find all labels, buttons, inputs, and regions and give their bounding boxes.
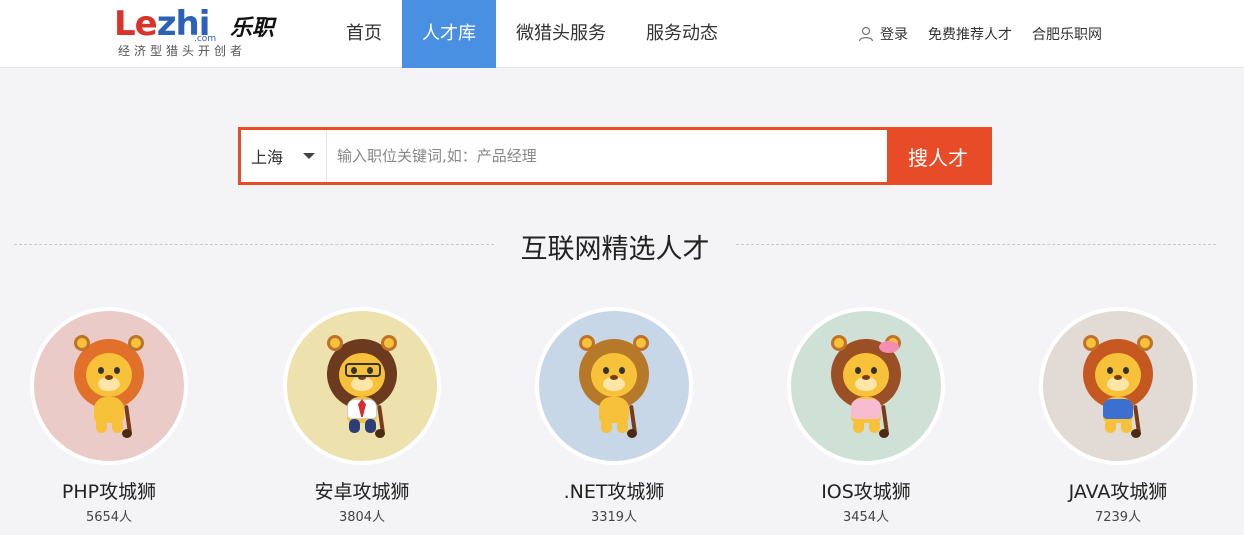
talent-category-card[interactable]: JAVA攻城狮 7239人 (1038, 307, 1198, 525)
lion-icon (34, 311, 184, 461)
category-count: 3804人 (338, 510, 386, 525)
main-nav: 首页 人才库 微猎头服务 服务动态 (326, 0, 738, 68)
category-avatar[interactable] (535, 307, 693, 465)
logo-chinese-name: 乐职 (230, 16, 275, 41)
top-right-links: 登录 免费推荐人才 合肥乐职网 (858, 0, 1122, 68)
category-count: 3454人 (842, 510, 890, 525)
lion-blue-shirt-icon (1043, 311, 1193, 461)
hefei-site-link[interactable]: 合肥乐职网 (1032, 24, 1102, 44)
login-link[interactable]: 登录 (858, 24, 908, 44)
section-heading: 互联网精选人才 (14, 225, 1216, 265)
category-count: 3319人 (590, 510, 638, 525)
nav-item-micro-headhunter[interactable]: 微猎头服务 (496, 0, 626, 68)
divider-right (736, 244, 1216, 245)
login-label: 登录 (880, 27, 908, 43)
category-count: 7239人 (1094, 510, 1142, 525)
search-talent-button[interactable]: 搜人才 (887, 130, 989, 182)
talent-category-card[interactable]: IOS攻城狮 3454人 (786, 307, 946, 525)
city-select-value: 上海 (251, 148, 284, 167)
header: Lezhi .com 乐职 经济型猎头开创者 首页 人才库 微猎头服务 服务动态… (0, 0, 1244, 68)
category-avatar[interactable] (1039, 307, 1197, 465)
nav-item-home[interactable]: 首页 (326, 0, 402, 68)
caret-down-icon (303, 153, 316, 159)
logo[interactable]: Lezhi .com 乐职 经济型猎头开创者 (114, 4, 284, 60)
recommend-talent-link[interactable]: 免费推荐人才 (928, 24, 1012, 44)
city-select[interactable]: 上海 (241, 130, 327, 182)
category-name[interactable]: 安卓攻城狮 (282, 477, 442, 504)
talent-search-bar: 上海 搜人才 (238, 127, 992, 185)
category-count: 5654人 (85, 510, 133, 525)
lion-glasses-icon (287, 311, 437, 461)
nav-item-talent-pool[interactable]: 人才库 (402, 0, 496, 68)
section-title: 互联网精选人才 (520, 234, 710, 265)
category-avatar[interactable] (30, 307, 188, 465)
talent-category-card[interactable]: 安卓攻城狮 3804人 (282, 307, 442, 525)
lion-smile-icon (539, 311, 689, 461)
category-name[interactable]: JAVA攻城狮 (1038, 477, 1198, 504)
category-name[interactable]: PHP攻城狮 (29, 477, 189, 504)
category-name[interactable]: .NET攻城狮 (534, 477, 694, 504)
category-name[interactable]: IOS攻城狮 (786, 477, 946, 504)
search-input[interactable] (327, 130, 887, 182)
nav-item-service-news[interactable]: 服务动态 (626, 0, 738, 68)
logo-slogan: 经济型猎头开创者 (118, 44, 247, 58)
talent-category-card[interactable]: PHP攻城狮 5654人 (29, 307, 189, 525)
category-avatar[interactable] (283, 307, 441, 465)
talent-category-card[interactable]: .NET攻城狮 3319人 (534, 307, 694, 525)
lioness-bow-icon (791, 311, 941, 461)
user-icon (858, 26, 874, 42)
category-avatar[interactable] (787, 307, 945, 465)
